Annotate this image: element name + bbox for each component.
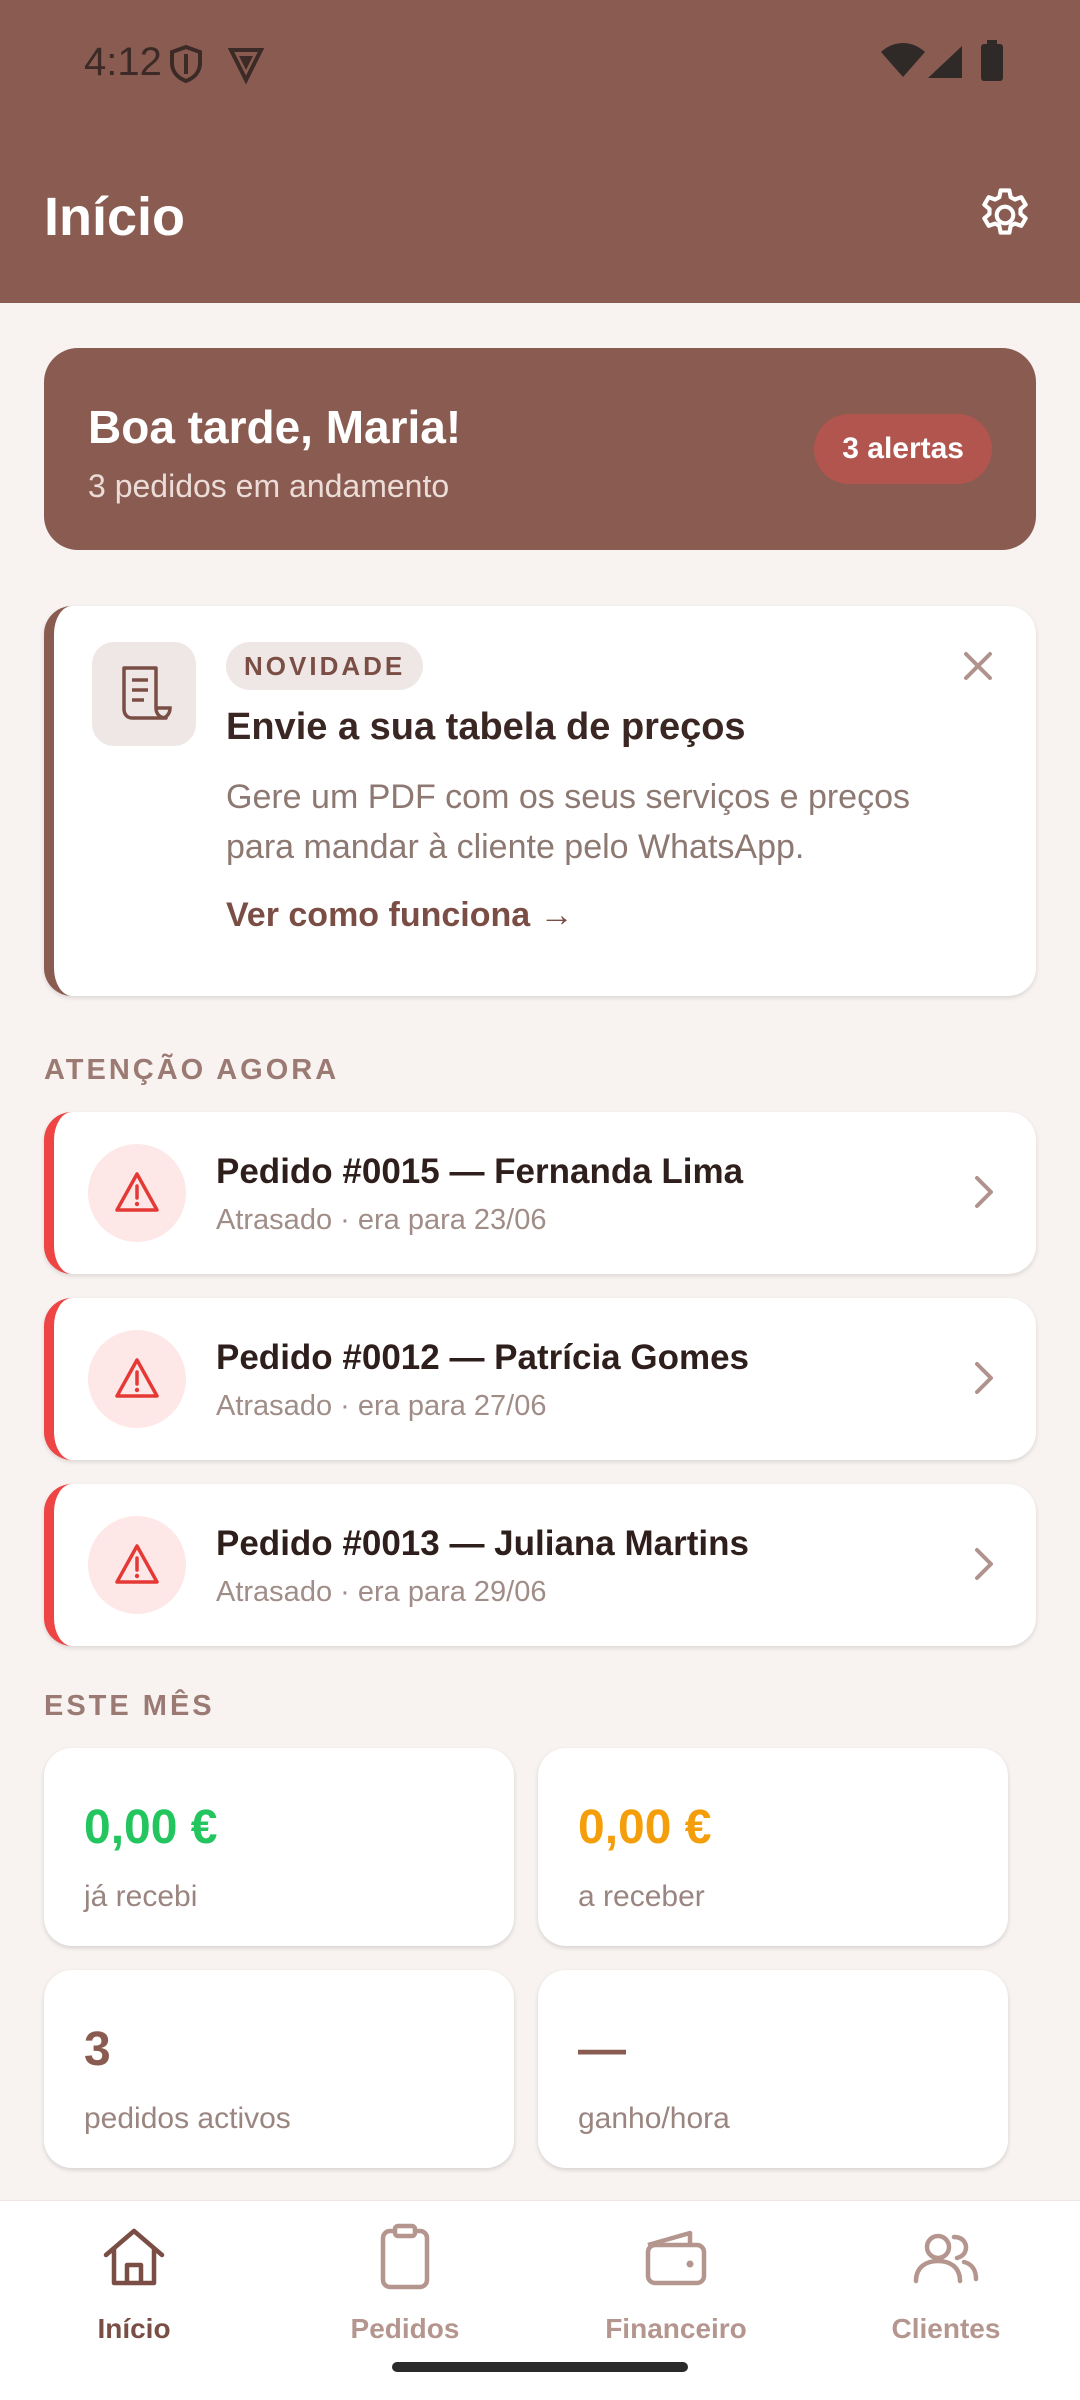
nav-item-inicio[interactable]: Início <box>24 2221 244 2351</box>
promo-icon-box <box>92 642 196 746</box>
page-title: Início <box>44 187 186 247</box>
section-attention-label: ATENÇÃO AGORA <box>44 1054 340 1086</box>
nav-label: Financeiro <box>605 2313 747 2344</box>
greeting-subtitle: 3 pedidos em andamento <box>88 468 450 504</box>
stat-value: 3 <box>84 2023 111 2076</box>
stat-label: já recebi <box>84 1880 198 1913</box>
settings-gear-icon[interactable] <box>974 184 1036 246</box>
stat-label: pedidos activos <box>84 2102 291 2135</box>
chevron-right-icon <box>975 1548 993 1580</box>
stat-card-active-orders[interactable]: 3 pedidos activos <box>44 1970 514 2168</box>
nav-item-financeiro[interactable]: Financeiro <box>566 2221 786 2351</box>
stat-card-receivable[interactable]: 0,00 € a receber <box>538 1748 1008 1946</box>
warning-icon <box>115 1172 159 1212</box>
stat-value: 0,00 € <box>578 1801 712 1854</box>
status-time: 4:12 <box>84 40 162 84</box>
close-icon[interactable] <box>958 646 998 686</box>
wifi-icon <box>881 43 925 77</box>
alert-icon-circle <box>88 1330 186 1428</box>
nav-item-clientes[interactable]: Clientes <box>836 2221 1056 2351</box>
promo-text: Gere um PDF com os seus serviços e preço… <box>226 778 911 866</box>
nav-label: Pedidos <box>350 2313 460 2344</box>
shield-icon <box>170 44 202 84</box>
clipboard-icon <box>380 2223 430 2290</box>
alert-title: Pedido #0012 — Patrícia Gomes <box>216 1338 750 1377</box>
signal-icon <box>928 46 962 78</box>
nav-item-pedidos[interactable]: Pedidos <box>295 2221 515 2351</box>
alerts-badge[interactable]: 3 alertas <box>814 414 992 484</box>
alert-order-row[interactable]: Pedido #0015 — Fernanda Lima Atrasado · … <box>44 1112 1036 1274</box>
status-bar: 4:12 <box>0 0 1080 128</box>
stat-card-received[interactable]: 0,00 € já recebi <box>44 1748 514 1946</box>
stat-label: ganho/hora <box>578 2102 730 2135</box>
greeting-title: Boa tarde, Maria! <box>88 401 462 453</box>
price-list-document-icon <box>122 666 172 720</box>
alert-subtitle: Atrasado · era para 29/06 <box>216 1576 547 1608</box>
nav-label: Início <box>97 2313 171 2344</box>
promo-title: Envie a sua tabela de preços <box>226 706 746 748</box>
chevron-right-icon <box>975 1176 993 1208</box>
stat-value: — <box>578 2023 626 2076</box>
gesture-home-bar[interactable] <box>392 2362 688 2372</box>
section-month-label: ESTE MÊS <box>44 1690 215 1722</box>
alert-title: Pedido #0015 — Fernanda Lima <box>216 1152 744 1191</box>
promo-link[interactable]: Ver como funciona → <box>226 896 574 935</box>
users-icon <box>913 2233 979 2284</box>
nav-label: Clientes <box>891 2313 1001 2344</box>
stat-card-hourly[interactable]: — ganho/hora <box>538 1970 1008 2168</box>
home-icon <box>103 2228 165 2286</box>
promo-card: NOVIDADE Envie a sua tabela de preços Ge… <box>44 606 1036 996</box>
promo-tag: NOVIDADE <box>226 642 424 690</box>
alert-title: Pedido #0013 — Juliana Martins <box>216 1524 749 1563</box>
alert-order-row[interactable]: Pedido #0013 — Juliana Martins Atrasado … <box>44 1484 1036 1646</box>
battery-icon <box>981 40 1003 81</box>
vpn-shield-icon <box>228 48 264 84</box>
warning-icon <box>115 1544 159 1584</box>
wallet-icon <box>645 2230 707 2286</box>
top-app-bar: 4:12 Início <box>0 0 1080 303</box>
alert-subtitle: Atrasado · era para 27/06 <box>216 1390 547 1422</box>
alert-icon-circle <box>88 1516 186 1614</box>
stat-value: 0,00 € <box>84 1801 218 1854</box>
greeting-card: Boa tarde, Maria! 3 pedidos em andamento… <box>44 348 1036 550</box>
chevron-right-icon <box>975 1362 993 1394</box>
alert-subtitle: Atrasado · era para 23/06 <box>216 1204 547 1236</box>
alert-order-row[interactable]: Pedido #0012 — Patrícia Gomes Atrasado ·… <box>44 1298 1036 1460</box>
warning-icon <box>115 1358 159 1398</box>
alert-icon-circle <box>88 1144 186 1242</box>
stat-label: a receber <box>578 1880 705 1913</box>
